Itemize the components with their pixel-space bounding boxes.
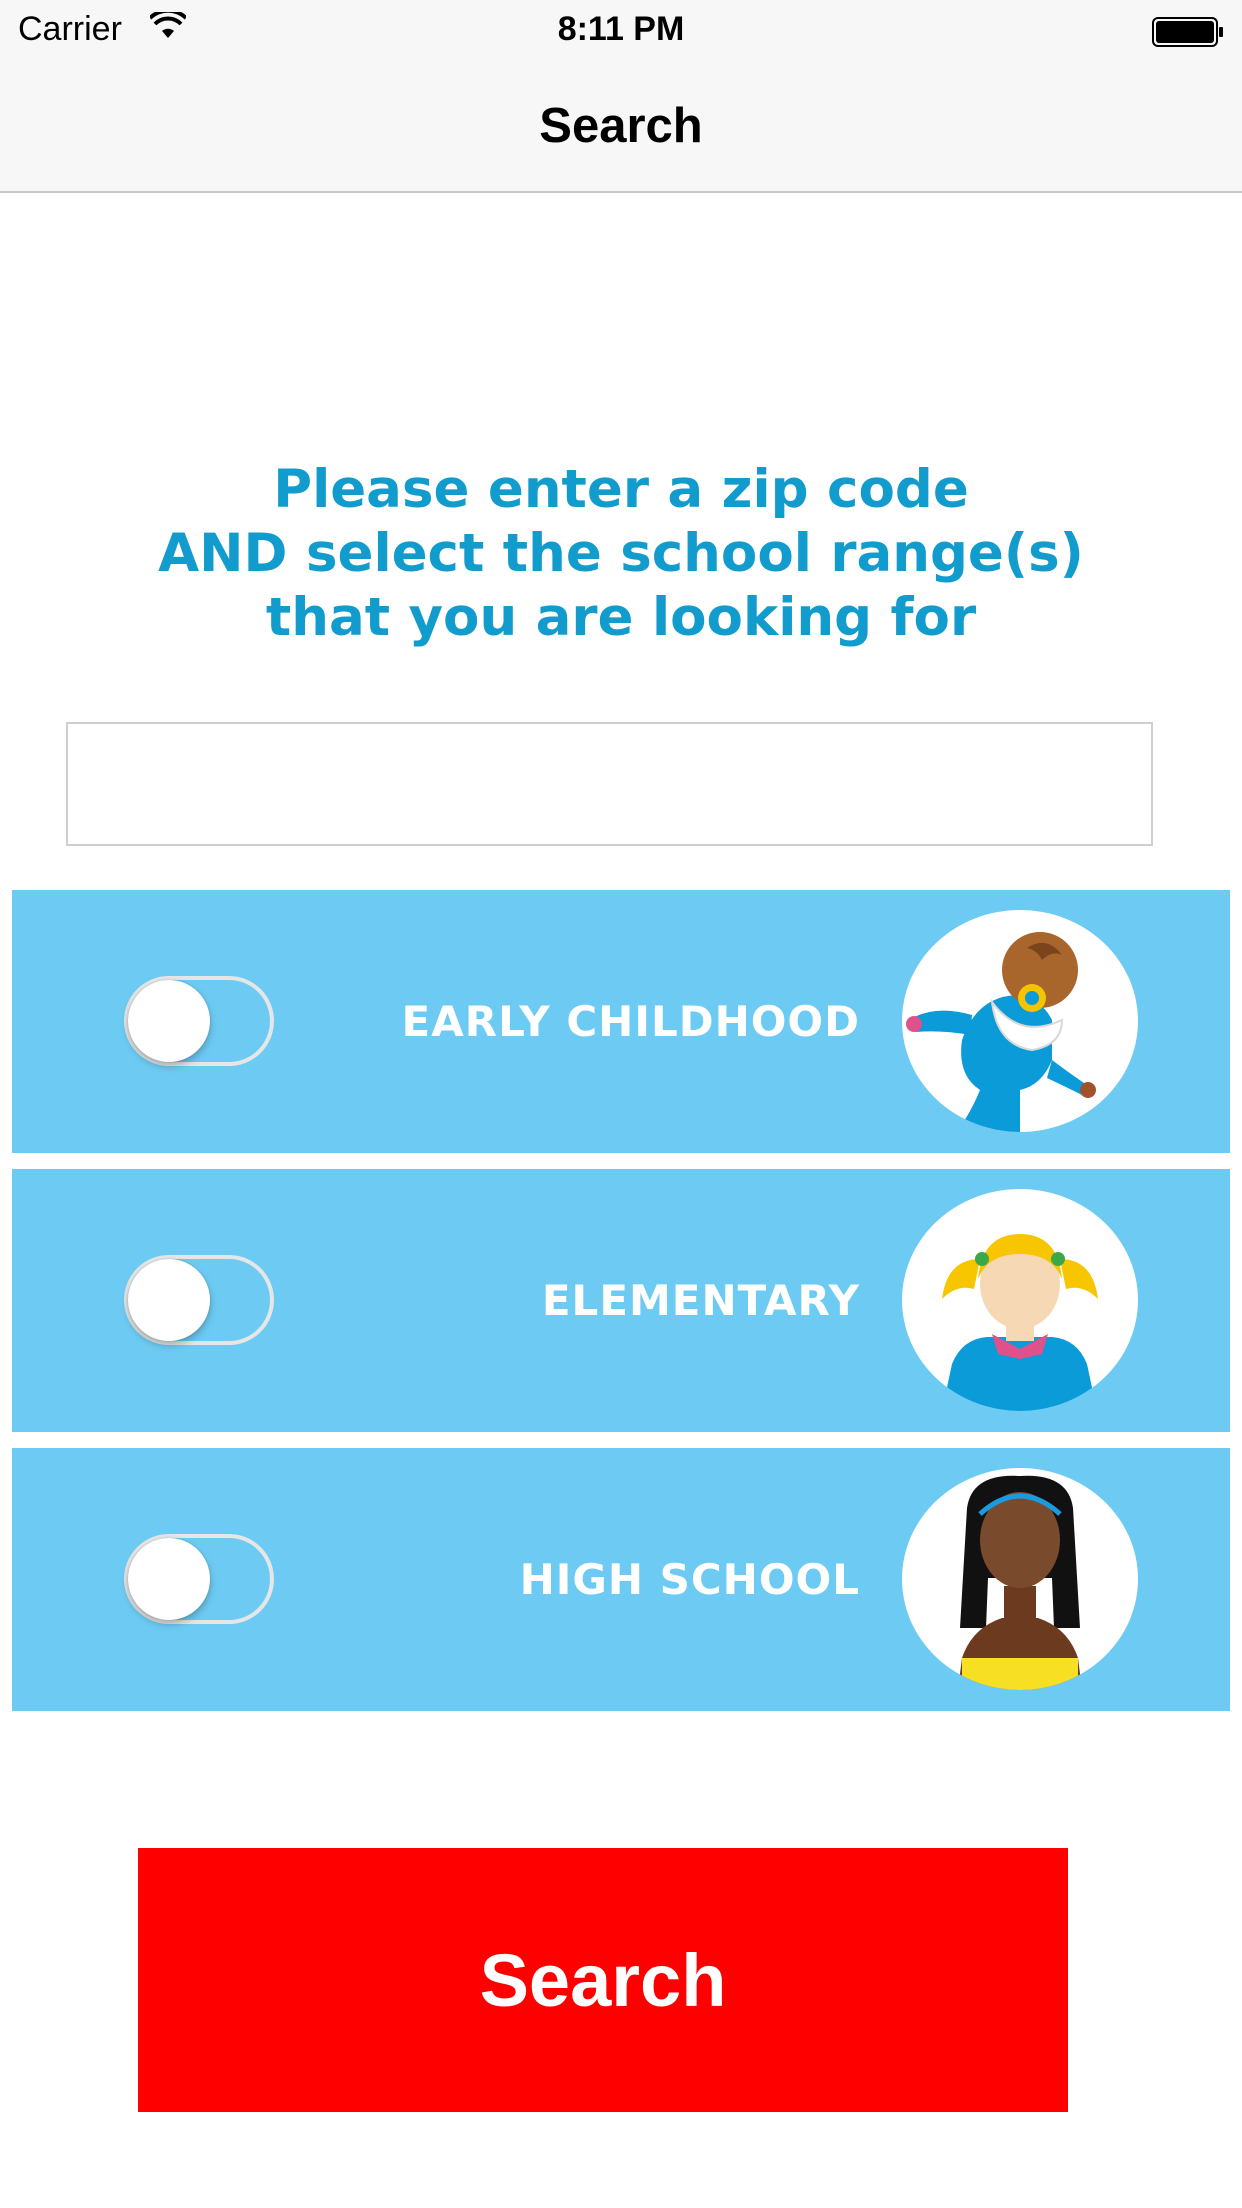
early-childhood-toggle[interactable] (124, 976, 274, 1066)
clock: 8:11 PM (557, 10, 685, 48)
instructions-line-2: AND select the school range(s) (158, 523, 1084, 584)
range-row-early-childhood: EARLY CHILDHOOD (12, 890, 1230, 1153)
toggle-knob (128, 1538, 210, 1620)
early-childhood-label: EARLY CHILDHOOD (401, 997, 860, 1046)
zip-code-input[interactable] (66, 722, 1153, 846)
high-school-label: HIGH SCHOOL (519, 1555, 860, 1604)
girl-icon (902, 1189, 1138, 1411)
baby-icon (902, 910, 1138, 1132)
nav-title: Search (539, 99, 703, 153)
search-button[interactable]: Search (138, 1848, 1068, 2112)
status-bar: Carrier 8:11 PM (0, 0, 1242, 62)
instructions-line-1: Please enter a zip code (273, 459, 969, 520)
range-row-elementary: ELEMENTARY (12, 1169, 1230, 1432)
navigation-bar: Search (0, 62, 1242, 193)
battery-icon (1152, 17, 1224, 52)
elementary-label: ELEMENTARY (541, 1276, 860, 1325)
toggle-knob (128, 980, 210, 1062)
instructions-line-3: that you are looking for (265, 587, 977, 648)
teen-girl-icon (902, 1468, 1138, 1690)
elementary-toggle[interactable] (124, 1255, 274, 1345)
range-row-high-school: HIGH SCHOOL (12, 1448, 1230, 1711)
high-school-toggle[interactable] (124, 1534, 274, 1624)
instructions-text: Please enter a zip code AND select the s… (0, 458, 1242, 650)
toggle-knob (128, 1259, 210, 1341)
